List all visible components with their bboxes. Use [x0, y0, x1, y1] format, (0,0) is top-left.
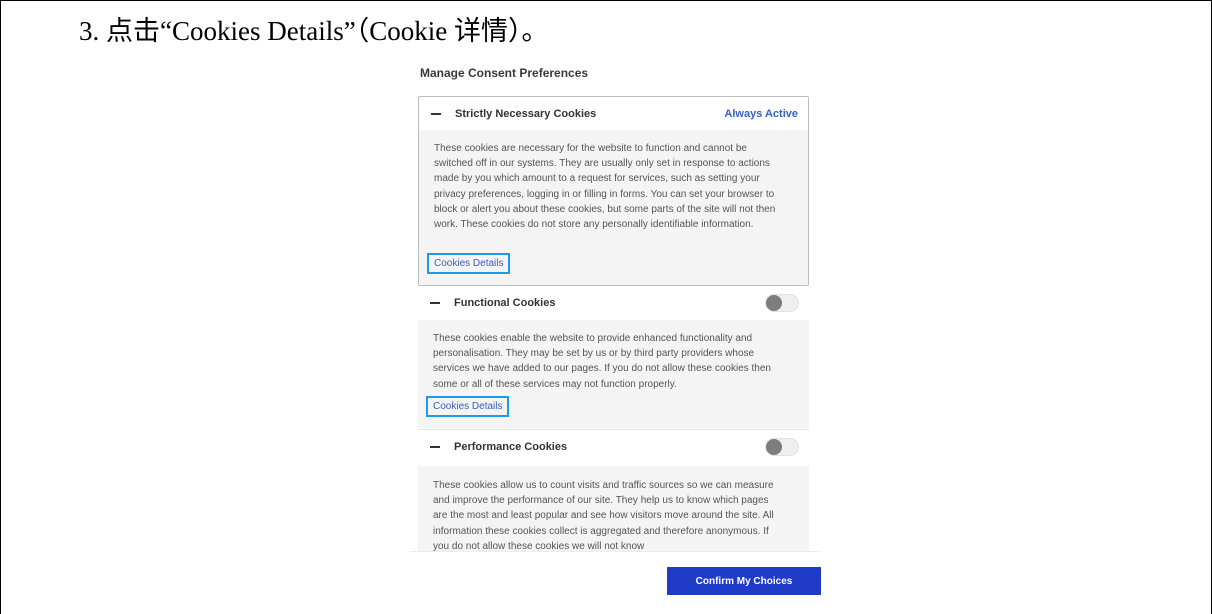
strictly-necessary-header[interactable]: Strictly Necessary Cookies Always Active [419, 97, 808, 131]
functional-cookies-header[interactable]: Functional Cookies [418, 286, 809, 320]
panel-title: Manage Consent Preferences [420, 66, 589, 80]
performance-cookies-header[interactable]: Performance Cookies [418, 430, 809, 464]
group-title: Functional Cookies [454, 297, 556, 309]
strictly-necessary-group: Strictly Necessary Cookies Always Active… [418, 96, 809, 286]
cookies-details-link[interactable]: Cookies Details [427, 253, 511, 274]
performance-cookies-group: Performance Cookies These cookies allow … [418, 430, 809, 551]
functional-cookies-toggle[interactable] [765, 294, 799, 312]
toggle-knob [766, 439, 782, 455]
confirm-my-choices-button[interactable]: Confirm My Choices [667, 567, 821, 595]
group-title: Strictly Necessary Cookies [455, 108, 597, 120]
consent-preferences-list: Strictly Necessary Cookies Always Active… [418, 96, 809, 551]
collapse-icon[interactable] [430, 446, 440, 448]
group-description: These cookies enable the website to prov… [433, 333, 771, 390]
collapse-icon[interactable] [431, 113, 441, 115]
group-title: Performance Cookies [454, 441, 568, 453]
performance-cookies-toggle[interactable] [765, 438, 799, 456]
functional-cookies-group: Functional Cookies These cookies enable … [418, 286, 809, 430]
collapse-icon[interactable] [430, 302, 440, 304]
always-active-status: Always Active [724, 108, 798, 120]
group-description: These cookies allow us to count visits a… [433, 480, 774, 551]
group-description: These cookies are necessary for the webs… [434, 143, 776, 231]
toggle-knob [766, 295, 782, 311]
step-heading: 3. 点击“Cookies Details”（Cookie 详情）。 [79, 16, 549, 46]
cookies-details-link[interactable]: Cookies Details [426, 396, 510, 417]
footer-divider [410, 551, 821, 552]
